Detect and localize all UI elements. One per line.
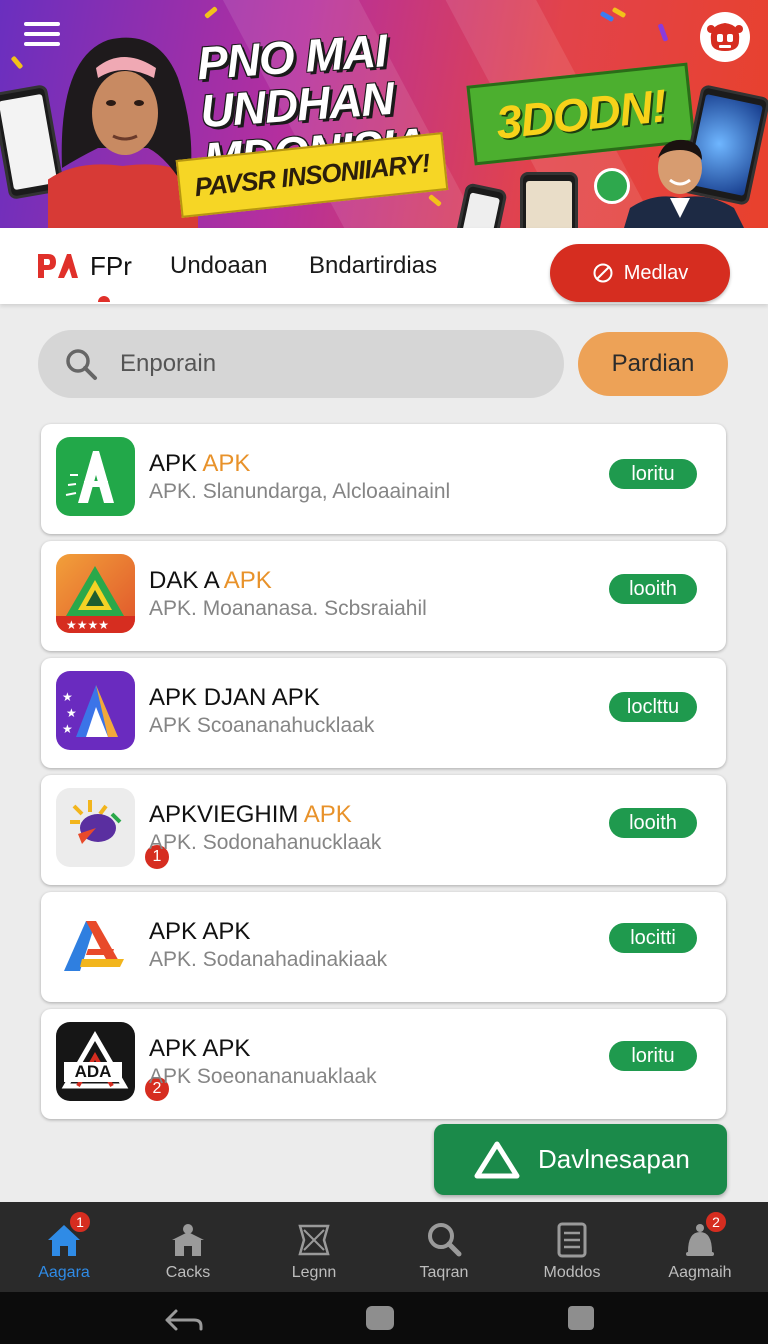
media-button[interactable]: Medlav — [550, 244, 730, 302]
media-button-label: Medlav — [623, 261, 689, 284]
puzzle-icon — [298, 1224, 330, 1256]
app-list-item[interactable]: ★★★★ DAK A APK APK. Moananasa. Scbsraiah… — [41, 541, 726, 651]
app-list-item[interactable]: 1 APKVIEGHIM APK APK. Sodonahanucklaak l… — [41, 775, 726, 885]
app-subtitle: APK. Sodonahanucklaak — [149, 831, 382, 854]
tab-cacks[interactable]: Cacks — [124, 1202, 252, 1292]
nav-link-bndartirdias[interactable]: Bndartirdias — [309, 252, 437, 280]
install-button[interactable]: loritu — [609, 1041, 697, 1071]
install-button[interactable]: locitti — [609, 923, 697, 953]
app-title: APKVIEGHIM APK — [149, 801, 352, 828]
app-list-item[interactable]: APK APK APK. Sodanahadinakiaak locitti — [41, 892, 726, 1002]
promo-banner[interactable]: PNO MAI UNDHAN MDONISIA 3DODN! PAVSR INS… — [0, 0, 768, 228]
install-button[interactable]: looith — [609, 808, 697, 838]
app-icon: ★★★★ — [56, 554, 135, 633]
search-icon — [428, 1223, 462, 1257]
app-subtitle: APK. Moananasa. Scbsraiahil — [149, 597, 427, 620]
notification-badge: 1 — [68, 1210, 92, 1234]
system-navigation-bar — [0, 1292, 768, 1344]
app-subtitle: APK. Sodanahadinakiaak — [149, 948, 388, 971]
app-subtitle: APK Scoananahucklaak — [149, 714, 375, 737]
tab-legnn[interactable]: Legnn — [250, 1202, 378, 1292]
logo-text: FPr — [90, 250, 132, 281]
document-icon — [557, 1222, 587, 1258]
svg-text:★★★★: ★★★★ — [66, 618, 109, 632]
tab-label: Cacks — [165, 1264, 211, 1281]
brand-logo[interactable]: FPr — [36, 250, 132, 282]
app-icon — [56, 905, 135, 984]
install-button[interactable]: loritu — [609, 459, 697, 489]
home-button-icon[interactable] — [366, 1306, 394, 1330]
app-subtitle: APK. Slanundarga, Alcloaainainl — [149, 480, 451, 503]
svg-text:★: ★ — [62, 722, 73, 736]
search-button[interactable]: Pardian — [578, 332, 728, 396]
bottom-navigation: 1 Aagara Cacks Legnn Taqran Moddos 2 Aag… — [0, 1202, 768, 1292]
tab-taqran[interactable]: Taqran — [380, 1202, 508, 1292]
tab-label: Aagmaih — [668, 1264, 732, 1281]
slash-circle-icon — [593, 263, 613, 283]
app-title: APK DJAN APK — [149, 684, 320, 711]
mascot-icon[interactable] — [700, 12, 750, 62]
search-icon — [66, 349, 97, 380]
app-icon — [56, 437, 135, 516]
app-subtitle: APK Soeonananuaklaak — [149, 1065, 377, 1088]
search-bar — [38, 330, 564, 398]
app-list-item[interactable]: ADA 2 APK APK APK Soeonananuaklaak lorit… — [41, 1009, 726, 1119]
install-button[interactable]: loclttu — [609, 692, 697, 722]
app-icon: ADA — [56, 1022, 135, 1101]
app-title: APK APK — [149, 918, 251, 945]
triangle-logo-icon — [474, 1141, 520, 1178]
person-illustration — [48, 37, 198, 228]
svg-text:★: ★ — [66, 706, 77, 720]
app-title: APK APK — [149, 1035, 251, 1062]
search-input[interactable] — [120, 350, 500, 378]
download-button[interactable]: Davlnesapan — [434, 1124, 727, 1195]
tab-aagara[interactable]: 1 Aagara — [0, 1202, 128, 1292]
app-title: APK APK — [149, 450, 251, 477]
app-icon-text: ADA — [74, 1062, 112, 1081]
tab-aagmaih[interactable]: 2 Aagmaih — [636, 1202, 764, 1292]
tab-label: Aagara — [38, 1264, 90, 1281]
shop-icon — [172, 1224, 204, 1256]
recents-icon[interactable] — [568, 1306, 594, 1330]
app-list-item[interactable]: ★ ★ ★ APK DJAN APK APK Scoananahucklaak … — [41, 658, 726, 768]
tab-label: Taqran — [419, 1264, 469, 1281]
install-button[interactable]: looith — [609, 574, 697, 604]
nav-link-undoaan[interactable]: Undoaan — [170, 252, 267, 280]
phone-illustration — [520, 172, 578, 228]
svg-text:★: ★ — [62, 690, 73, 704]
phone-illustration — [454, 182, 508, 228]
app-icon — [56, 788, 135, 867]
person-illustration — [624, 139, 744, 228]
tab-moddos[interactable]: Moddos — [508, 1202, 636, 1292]
back-icon[interactable] — [164, 1308, 204, 1332]
app-icon: ★ ★ ★ — [56, 671, 135, 750]
app-title: DAK A APK — [149, 567, 272, 594]
app-list-item[interactable]: APK APK APK. Slanundarga, Alcloaainainl … — [41, 424, 726, 534]
tab-label: Moddos — [543, 1264, 601, 1281]
tab-label: Legnn — [291, 1264, 337, 1281]
notification-badge: 2 — [704, 1210, 728, 1234]
download-button-label: Davlnesapan — [538, 1144, 690, 1174]
logo-icon — [38, 254, 78, 278]
active-indicator — [98, 296, 110, 302]
